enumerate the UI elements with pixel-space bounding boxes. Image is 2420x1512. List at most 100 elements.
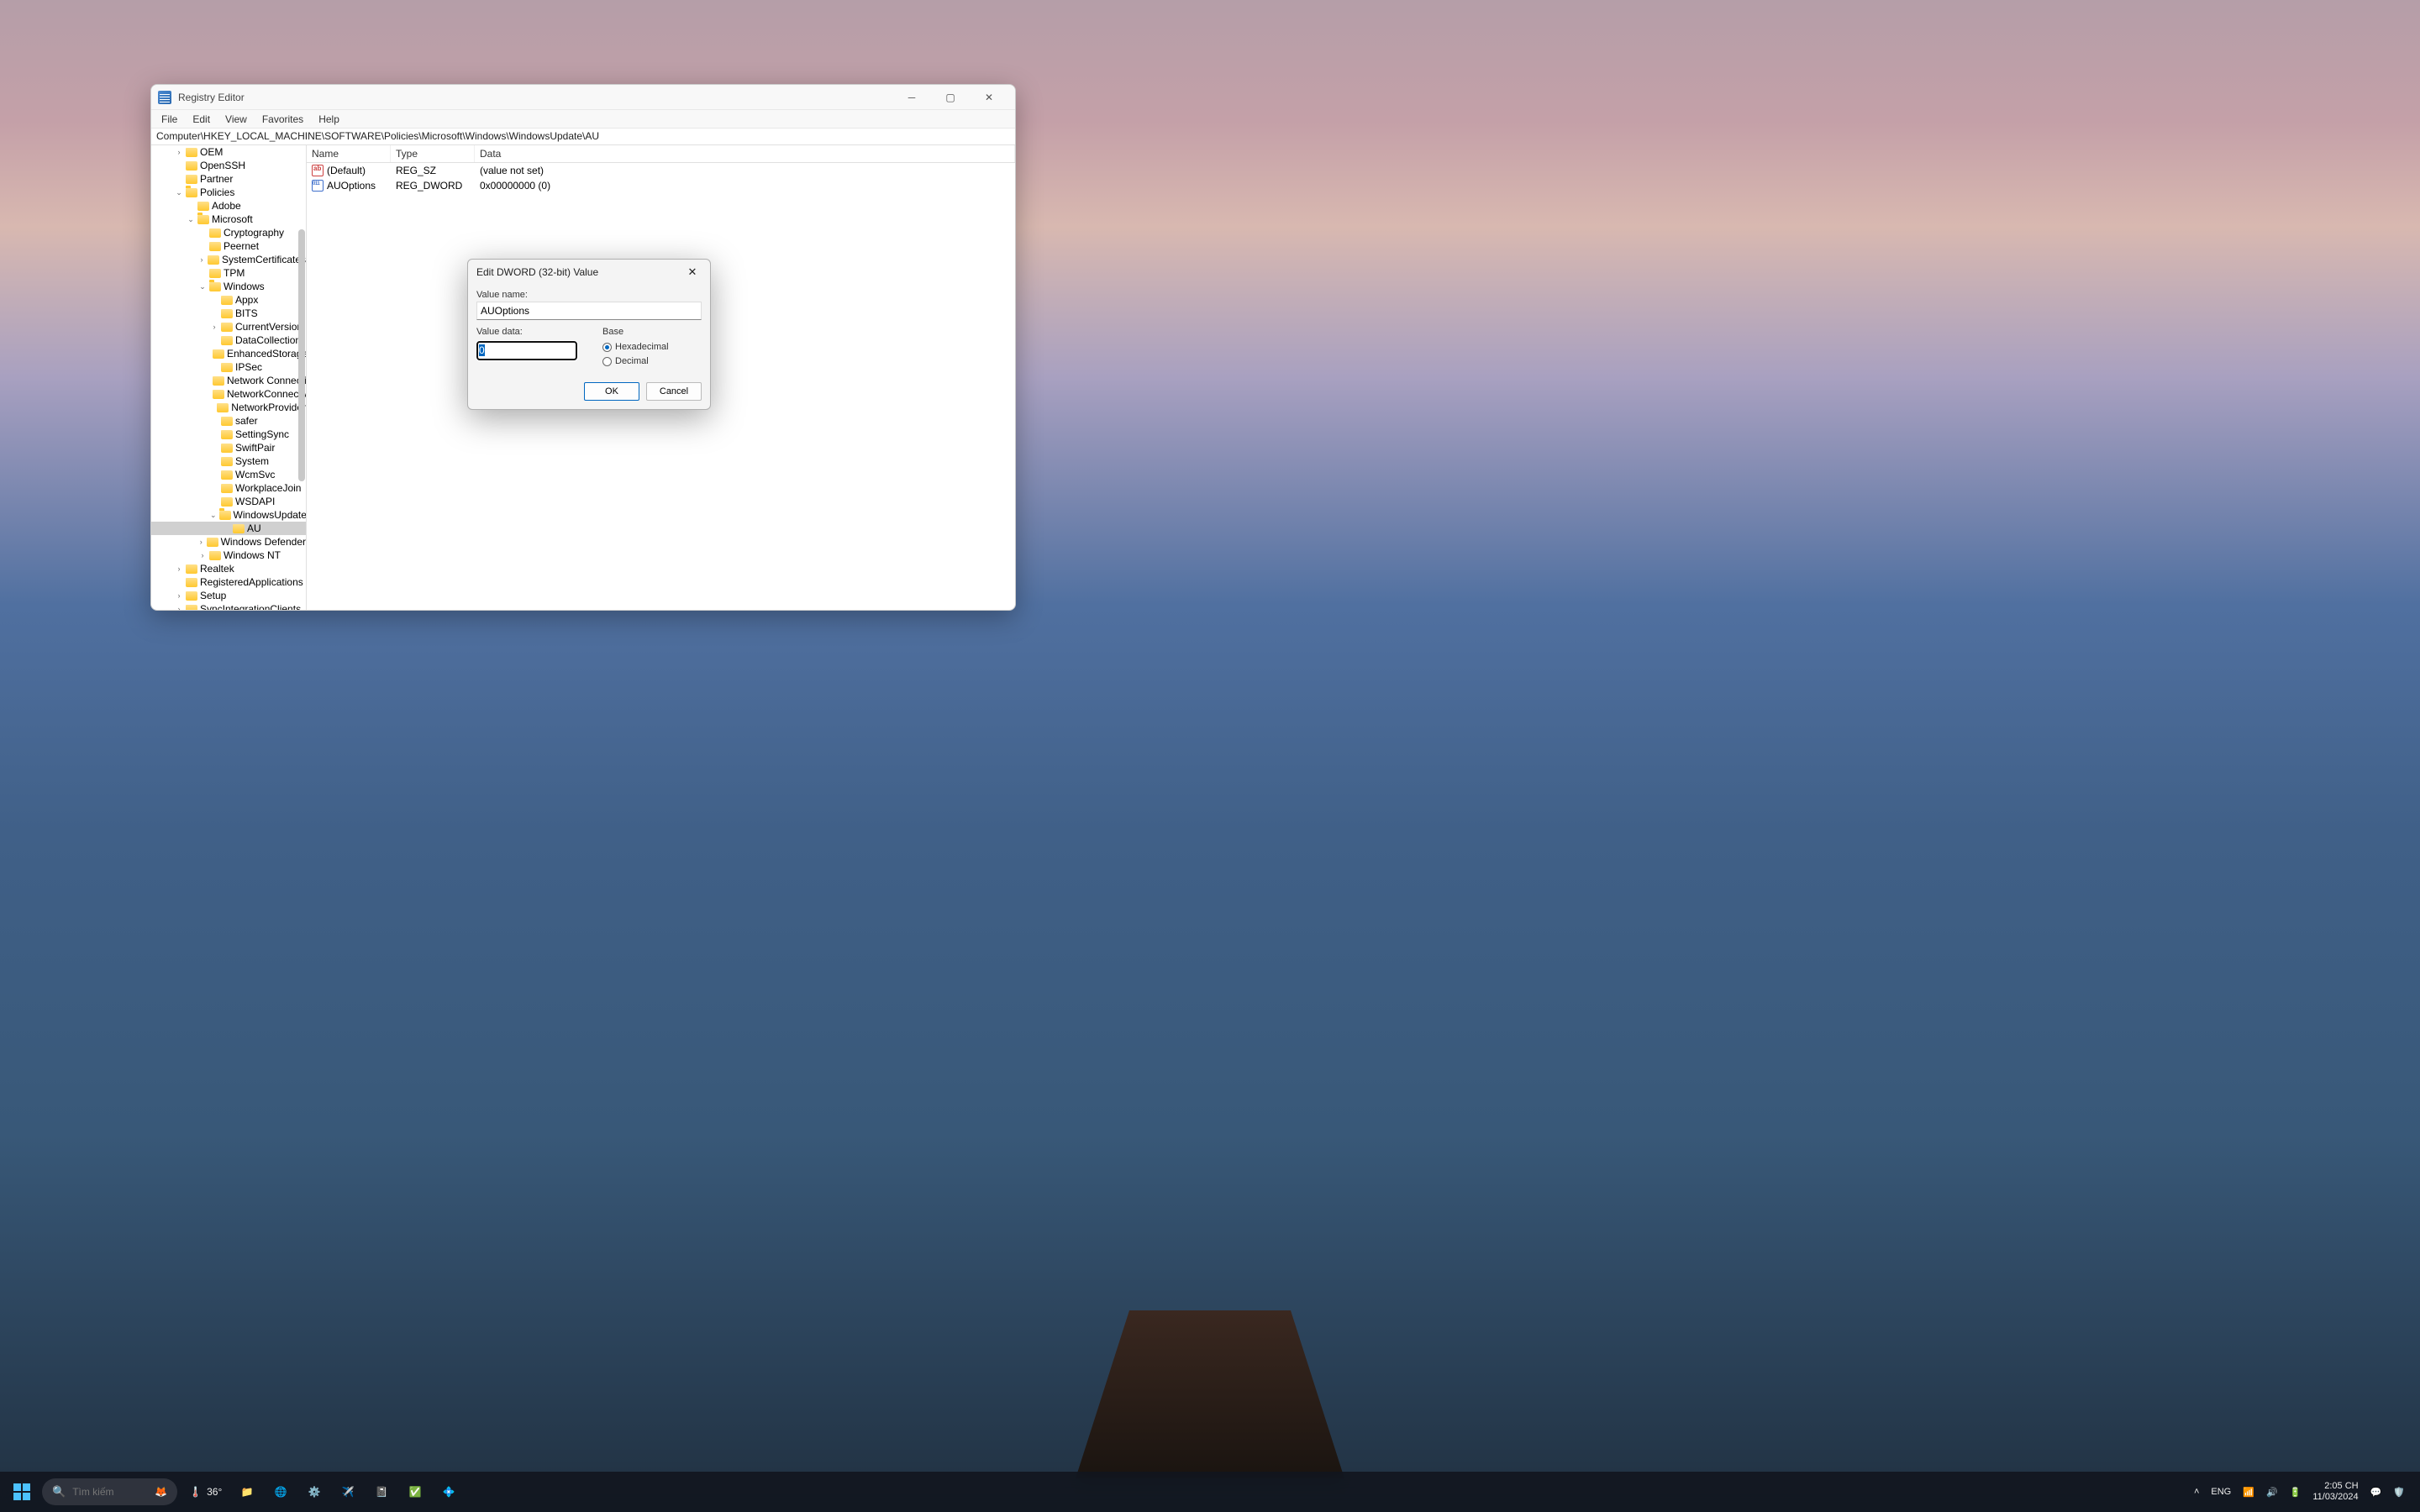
taskbar-search[interactable]: 🔍 🦊 — [42, 1478, 177, 1505]
volume-icon[interactable]: 🔊 — [2266, 1487, 2278, 1498]
tree-item[interactable]: IPSec — [151, 360, 306, 374]
maximize-button[interactable]: ▢ — [931, 85, 970, 110]
tree-item-label: AU — [247, 522, 261, 534]
tree-item[interactable]: DataCollection — [151, 333, 306, 347]
menu-edit[interactable]: Edit — [186, 112, 217, 127]
address-bar[interactable]: Computer\HKEY_LOCAL_MACHINE\SOFTWARE\Pol… — [151, 129, 1015, 145]
chevron-icon[interactable]: › — [198, 551, 207, 559]
tree-item[interactable]: AU — [151, 522, 306, 535]
tree-item[interactable]: › Windows NT — [151, 549, 306, 562]
minimize-button[interactable]: ─ — [892, 85, 931, 110]
battery-icon[interactable]: 🔋 — [2290, 1487, 2302, 1498]
tree-item[interactable]: ›SyncIntegrationClients — [151, 602, 306, 610]
tree-item[interactable]: ›Realtek — [151, 562, 306, 575]
tree-item[interactable]: RegisteredApplications — [151, 575, 306, 589]
value-name-input[interactable] — [476, 302, 702, 320]
folder-icon — [186, 578, 197, 587]
tree-item[interactable]: Peernet — [151, 239, 306, 253]
radio-hexadecimal[interactable]: Hexadecimal — [602, 342, 669, 352]
close-button[interactable]: ✕ — [970, 85, 1008, 110]
col-type[interactable]: Type — [391, 145, 475, 162]
value-data-input[interactable] — [476, 341, 577, 360]
tree-item[interactable]: NetworkConnectivity — [151, 387, 306, 401]
notification-icon[interactable]: 💬 — [2370, 1487, 2382, 1498]
taskbar-app-settings[interactable]: ⚙️ — [301, 1478, 328, 1505]
tree-item[interactable]: SwiftPair — [151, 441, 306, 454]
tray-language[interactable]: ENG — [2211, 1487, 2231, 1497]
tree-item[interactable]: Network Connections — [151, 374, 306, 387]
weather-widget[interactable]: 🌡️ 36° — [184, 1486, 227, 1498]
tree-scrollbar[interactable] — [298, 229, 305, 481]
tree-item[interactable]: ›Windows Defender — [151, 535, 306, 549]
menu-help[interactable]: Help — [312, 112, 346, 127]
chevron-icon[interactable]: ⌄ — [175, 188, 183, 197]
tree-item[interactable]: WSDAPI — [151, 495, 306, 508]
tree-item[interactable]: ⌄Windows — [151, 280, 306, 293]
tree-item[interactable]: OpenSSH — [151, 159, 306, 172]
tree-item[interactable]: ›CurrentVersion — [151, 320, 306, 333]
search-input[interactable] — [72, 1486, 148, 1498]
wifi-icon[interactable]: 📶 — [2243, 1487, 2254, 1498]
reg-sz-icon — [312, 165, 324, 176]
col-name[interactable]: Name — [307, 145, 391, 162]
tree-item[interactable]: SettingSync — [151, 428, 306, 441]
taskbar-app-notion[interactable]: 📓 — [368, 1478, 395, 1505]
tree-item[interactable]: Appx — [151, 293, 306, 307]
tree-item[interactable]: Adobe — [151, 199, 306, 213]
tree-item[interactable]: System — [151, 454, 306, 468]
chevron-icon[interactable]: › — [175, 148, 183, 156]
tree-item-label: Partner — [200, 173, 233, 185]
start-button[interactable] — [8, 1478, 35, 1505]
list-header[interactable]: Name Type Data — [307, 145, 1015, 163]
taskbar-app-telegram[interactable]: ✈️ — [334, 1478, 361, 1505]
taskbar-app-vscode[interactable]: 💠 — [435, 1478, 462, 1505]
value-row[interactable]: AUOptionsREG_DWORD0x00000000 (0) — [307, 178, 1015, 193]
tree-item-label: Peernet — [224, 240, 259, 252]
menu-file[interactable]: File — [155, 112, 184, 127]
chevron-icon[interactable]: › — [175, 605, 183, 610]
tree-item[interactable]: ⌄Microsoft — [151, 213, 306, 226]
dialog-close-button[interactable]: ✕ — [683, 263, 702, 281]
folder-icon — [213, 390, 224, 399]
tree-item[interactable]: ⌄Policies — [151, 186, 306, 199]
tree-item-label: Windows NT — [224, 549, 281, 561]
chevron-icon[interactable]: › — [175, 564, 183, 573]
chevron-icon[interactable]: › — [210, 323, 218, 331]
chevron-icon[interactable]: ⌄ — [187, 215, 195, 224]
col-data[interactable]: Data — [475, 145, 1015, 162]
menu-favorites[interactable]: Favorites — [255, 112, 310, 127]
tree-item[interactable]: Partner — [151, 172, 306, 186]
menu-view[interactable]: View — [218, 112, 254, 127]
tree-item[interactable]: WcmSvc — [151, 468, 306, 481]
tree-item[interactable]: Cryptography — [151, 226, 306, 239]
taskbar-app-edge[interactable]: 🌐 — [267, 1478, 294, 1505]
taskbar-app-todoist[interactable]: ✅ — [402, 1478, 429, 1505]
tree-item[interactable]: BITS — [151, 307, 306, 320]
cancel-button[interactable]: Cancel — [646, 382, 702, 401]
tree-item[interactable]: EnhancedStorageDev — [151, 347, 306, 360]
ok-button[interactable]: OK — [584, 382, 639, 401]
chevron-icon[interactable]: › — [175, 591, 183, 600]
chevron-icon[interactable]: ⌄ — [210, 511, 217, 520]
radio-decimal[interactable]: Decimal — [602, 356, 669, 366]
tree-pane[interactable]: ›OEMOpenSSHPartner⌄PoliciesAdobe⌄Microso… — [151, 145, 307, 610]
tree-item[interactable]: safer — [151, 414, 306, 428]
tree-item-label: WindowsUpdate — [234, 509, 307, 521]
window-title: Registry Editor — [178, 92, 245, 103]
tree-item[interactable]: ›SystemCertificates — [151, 253, 306, 266]
tree-item[interactable]: ›OEM — [151, 145, 306, 159]
tree-item-label: Adobe — [212, 200, 241, 212]
taskbar-clock[interactable]: 2:05 CH 11/03/2024 — [2312, 1481, 2358, 1503]
chevron-icon[interactable]: ⌄ — [198, 282, 207, 291]
chevron-icon[interactable]: › — [198, 538, 204, 546]
tree-item[interactable]: NetworkProvider — [151, 401, 306, 414]
chevron-icon[interactable]: › — [198, 255, 205, 264]
tray-security-icon[interactable]: 🛡️ — [2393, 1487, 2405, 1498]
tree-item[interactable]: WorkplaceJoin — [151, 481, 306, 495]
value-row[interactable]: (Default)REG_SZ(value not set) — [307, 163, 1015, 178]
taskbar-app-explorer[interactable]: 📁 — [234, 1478, 260, 1505]
tray-chevron-icon[interactable]: ˄ — [2194, 1487, 2199, 1497]
tree-item[interactable]: ›Setup — [151, 589, 306, 602]
tree-item[interactable]: TPM — [151, 266, 306, 280]
tree-item[interactable]: ⌄ WindowsUpdate — [151, 508, 306, 522]
